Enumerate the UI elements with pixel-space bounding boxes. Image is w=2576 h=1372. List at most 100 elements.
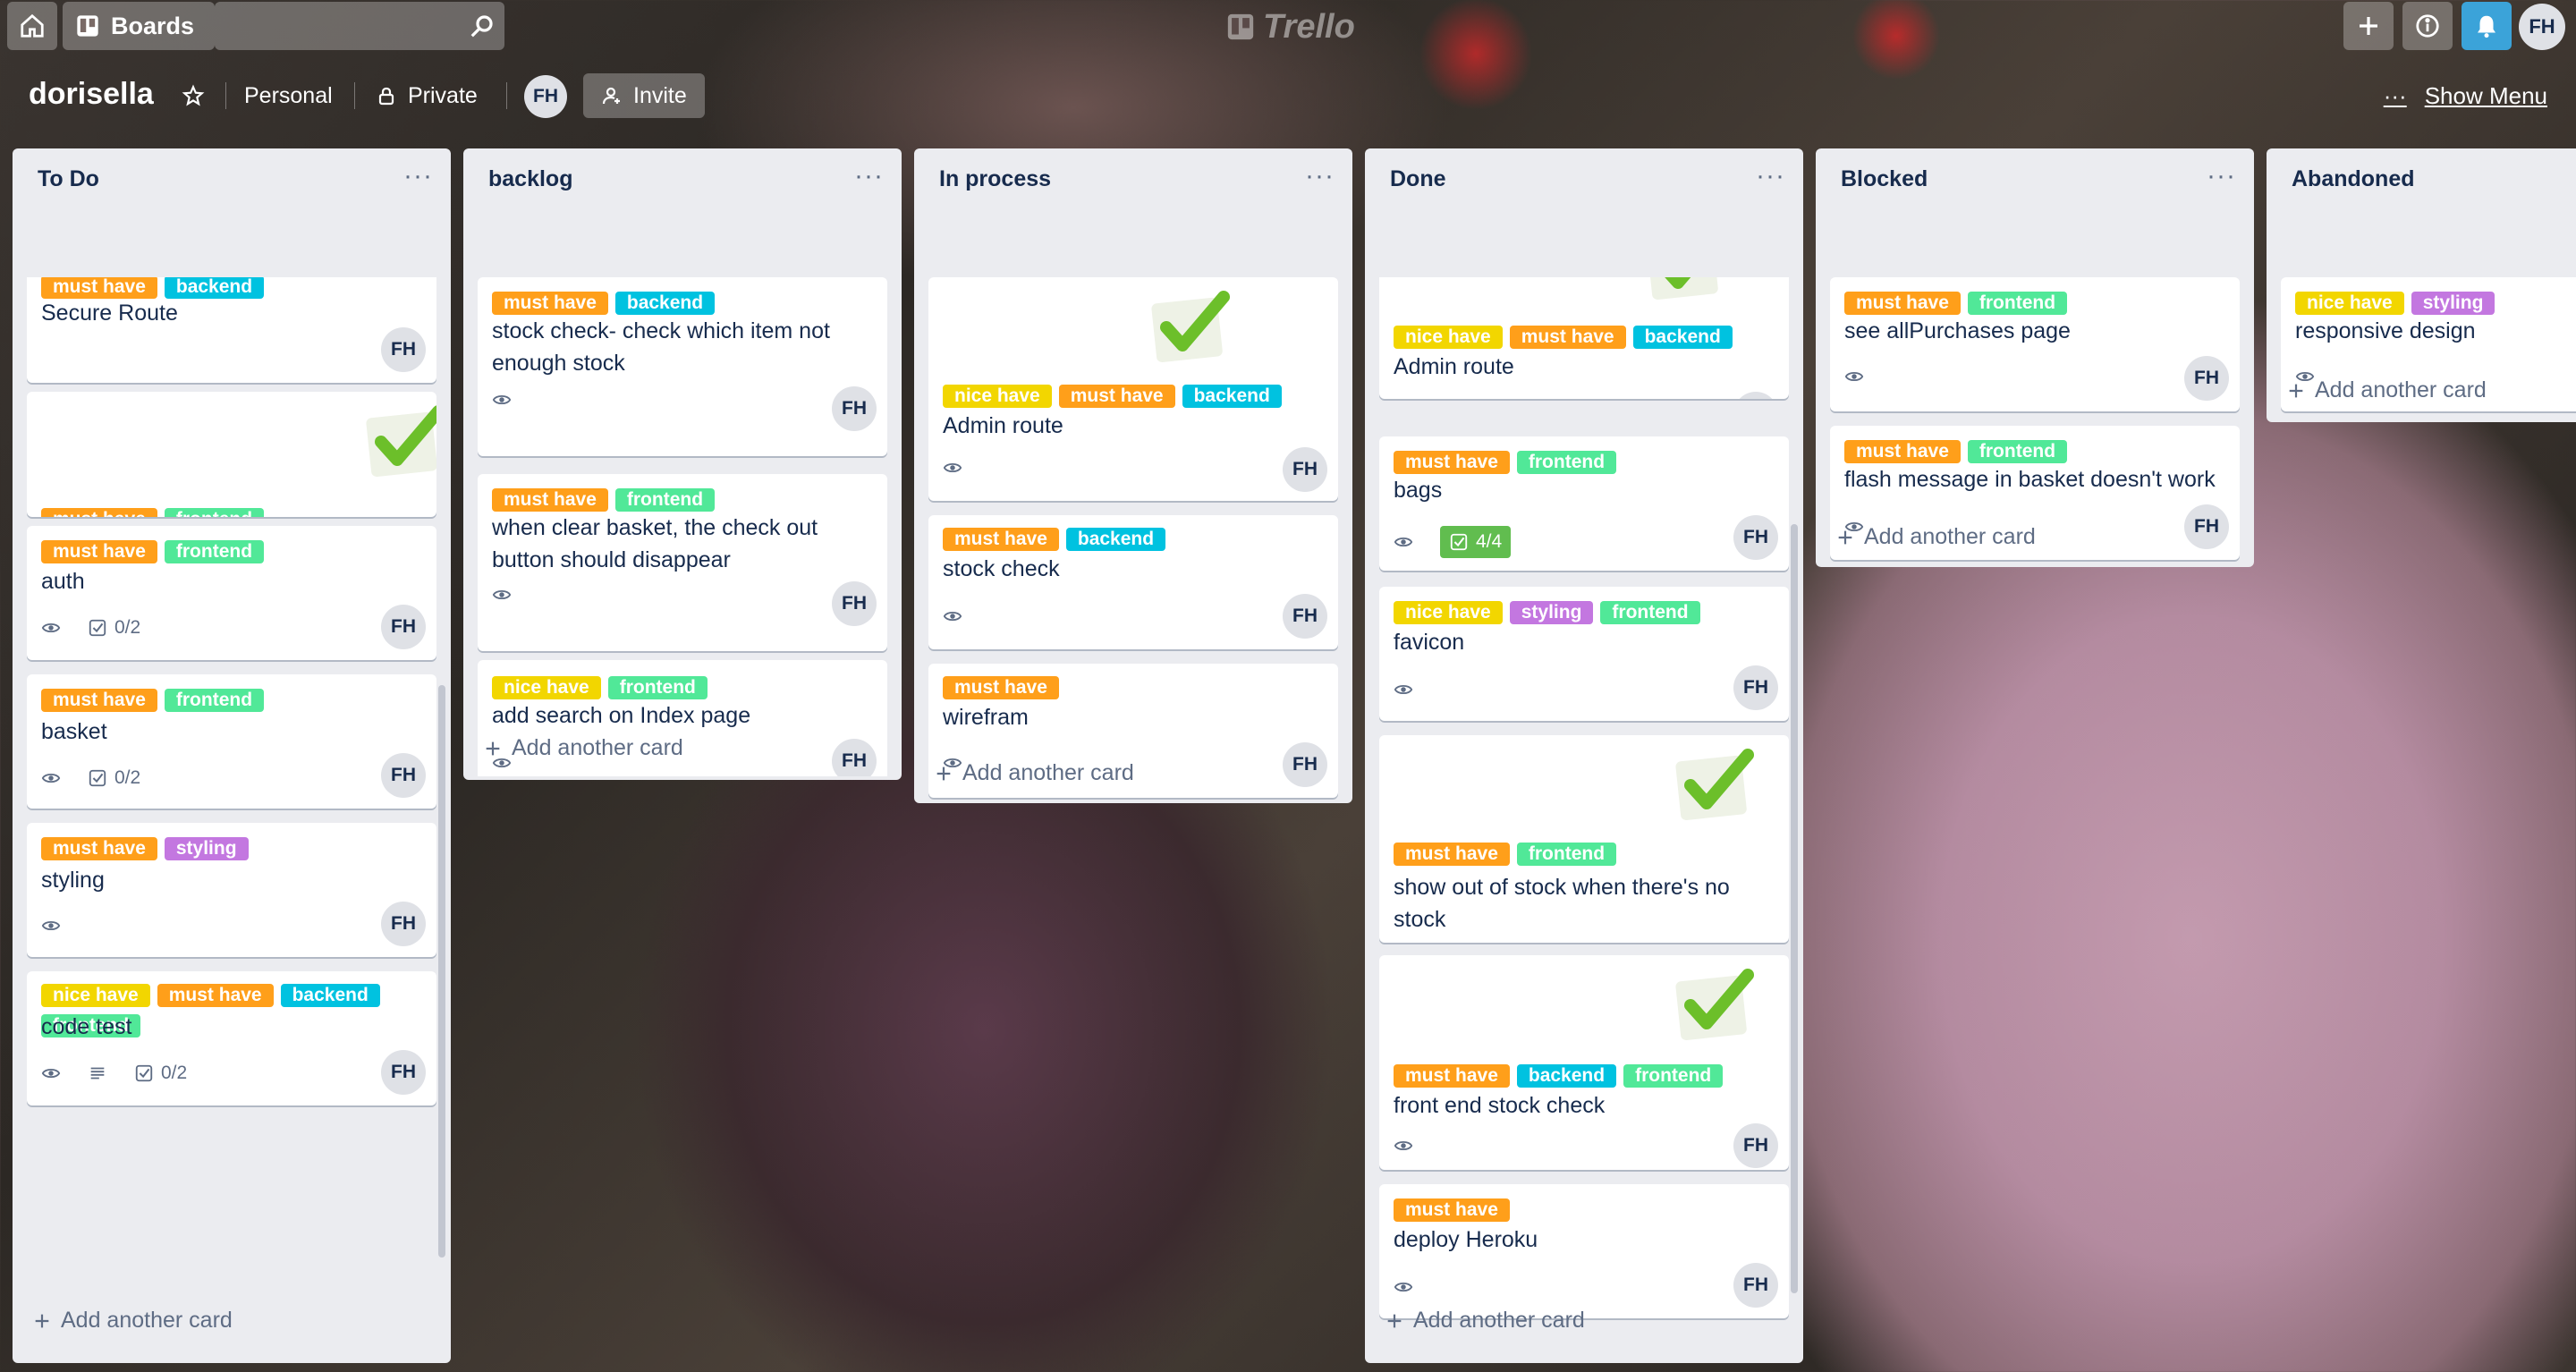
notifications-button[interactable] xyxy=(2462,2,2512,50)
card[interactable]: must have deploy Heroku FH xyxy=(1379,1184,1789,1318)
card-member-avatar[interactable]: FH xyxy=(1733,665,1778,710)
home-button[interactable] xyxy=(7,2,57,50)
watch-badge xyxy=(41,618,61,638)
card-scroll-area[interactable]: must have backend stock check- check which… xyxy=(463,277,902,776)
board-member-avatar[interactable]: FH xyxy=(524,75,567,118)
star-button[interactable] xyxy=(175,73,211,118)
list-menu-icon[interactable]: ··· xyxy=(1305,161,1335,191)
card-member-avatar[interactable]: FH xyxy=(381,1050,426,1095)
list-menu-icon[interactable]: ··· xyxy=(2207,161,2236,191)
plus-icon xyxy=(2360,17,2377,35)
card-member-avatar[interactable]: FH xyxy=(381,902,426,946)
watch-icon xyxy=(1394,1136,1413,1156)
add-card-button[interactable]: Add another card xyxy=(483,735,683,761)
logo-text: Trello xyxy=(1263,7,1355,46)
list-menu-icon[interactable]: ··· xyxy=(854,161,884,191)
card-member-avatar[interactable]: FH xyxy=(1283,742,1327,787)
search-icon[interactable] xyxy=(469,13,496,39)
card[interactable]: nice have styling frontend favicon FH xyxy=(1379,587,1789,721)
card-member-avatar[interactable]: FH xyxy=(1283,594,1327,639)
card[interactable]: nice have must have backend Admin route FH xyxy=(928,277,1338,501)
card-member-avatar[interactable]: FH xyxy=(2184,356,2229,401)
star-icon xyxy=(182,84,205,106)
add-card-button[interactable]: Add another card xyxy=(2286,377,2487,403)
watch-badge xyxy=(1394,1277,1413,1297)
add-card-button[interactable]: Add another card xyxy=(1835,524,2036,550)
add-card-button[interactable]: Add another card xyxy=(32,1308,233,1334)
list-scrollbar[interactable] xyxy=(438,685,445,1258)
info-button[interactable] xyxy=(2402,2,2453,50)
add-card-button[interactable]: Add another card xyxy=(1385,1308,1585,1334)
add-card-button[interactable]: Add another card xyxy=(934,760,1134,786)
card-member-avatar[interactable]: FH xyxy=(1733,1123,1778,1168)
card-scroll-area[interactable]: nice havemust havebackendAdmin routeFH mu… xyxy=(914,277,1352,801)
boards-button[interactable]: Boards xyxy=(63,2,215,50)
card-member-avatar[interactable]: FH xyxy=(832,581,877,626)
card[interactable]: must havefrontendHeader xyxy=(27,392,436,517)
list-title[interactable]: Done xyxy=(1390,166,1446,192)
list-header[interactable]: Done ··· xyxy=(1365,148,1803,213)
list-header[interactable]: To Do ··· xyxy=(13,148,451,213)
card-label: nice have xyxy=(2295,292,2404,315)
list-title[interactable]: In process xyxy=(939,166,1051,192)
list-header[interactable]: In process ··· xyxy=(914,148,1352,213)
card[interactable]: must have frontend show out of stock when … xyxy=(1379,735,1789,943)
card-scroll-area[interactable]: must have frontend see allPurchases page FH… xyxy=(1816,277,2254,565)
card-label: styling xyxy=(164,837,249,860)
show-menu-button[interactable]: ··· Show Menu xyxy=(2384,82,2547,110)
invite-button[interactable]: Invite xyxy=(583,73,705,118)
list-title[interactable]: Abandoned xyxy=(2292,166,2415,192)
list-title[interactable]: Blocked xyxy=(1841,166,1928,192)
card-member-avatar[interactable]: FH xyxy=(832,386,877,431)
watch-badge xyxy=(1394,532,1413,552)
card-member-avatar[interactable]: FH xyxy=(1283,447,1327,492)
card-labels: must have styling xyxy=(41,837,417,860)
card-scroll-area[interactable]: must havefrontendapp.js0/8FHmust havebac… xyxy=(13,277,451,1349)
card-label: frontend xyxy=(1623,1064,1724,1088)
card[interactable]: must have frontend see allPurchases page FH xyxy=(1830,277,2240,411)
list-menu-icon[interactable]: ··· xyxy=(403,161,433,191)
list-header[interactable]: Blocked ··· xyxy=(1816,148,2254,213)
card-member-avatar[interactable]: FH xyxy=(381,605,426,649)
card[interactable]: must have backend stock check FH xyxy=(928,515,1338,649)
list-header[interactable]: backlog ··· xyxy=(463,148,902,213)
card-member-avatar[interactable]: FH xyxy=(2184,504,2229,549)
watch-badge xyxy=(1844,367,1864,386)
card[interactable]: nice have must have backend frontend code te… xyxy=(27,971,436,1105)
checkmark-sticker-icon xyxy=(366,405,436,477)
card[interactable]: must have frontend auth 0/2 FH xyxy=(27,526,436,660)
card-label: must have xyxy=(943,528,1059,551)
card[interactable]: must have frontend bags 4/4 FH xyxy=(1379,436,1789,571)
card[interactable]: must have frontend when clear basket, the … xyxy=(478,474,887,651)
list-title[interactable]: To Do xyxy=(38,166,99,192)
card[interactable]: must have backend stock check- check which… xyxy=(478,277,887,456)
card-member-avatar[interactable]: FH xyxy=(381,753,426,798)
list-title[interactable]: backlog xyxy=(488,166,572,192)
card-member-avatar[interactable]: FH xyxy=(1733,392,1778,399)
card-scroll-area[interactable]: nice havemust havebackendAdmin routeFH mu… xyxy=(1365,277,1803,1349)
user-avatar[interactable]: FH xyxy=(2519,4,2565,50)
plus-icon xyxy=(936,766,951,780)
card[interactable]: must have styling styling FH xyxy=(27,823,436,957)
card-member-avatar[interactable]: FH xyxy=(1733,515,1778,560)
card-member-avatar[interactable]: FH xyxy=(1733,1263,1778,1308)
card-label: frontend xyxy=(164,689,265,712)
search-box[interactable] xyxy=(215,2,504,50)
create-button[interactable] xyxy=(2343,2,2394,50)
card[interactable]: must have frontend basket 0/2 FH xyxy=(27,674,436,809)
visibility-button[interactable]: Private xyxy=(376,73,478,118)
card-member-avatar[interactable]: FH xyxy=(381,327,426,372)
board-title[interactable]: dorisella xyxy=(29,77,154,112)
card[interactable]: must have backend Secure Route FH xyxy=(27,277,436,383)
card[interactable]: nice have must have backend Admin route FH xyxy=(1379,277,1789,399)
trello-logo[interactable]: Trello xyxy=(1225,7,1355,47)
list-menu-icon[interactable]: ··· xyxy=(1756,161,1785,191)
list-scrollbar[interactable] xyxy=(1791,524,1798,1293)
watch-badge xyxy=(943,458,962,478)
team-button[interactable]: Personal xyxy=(244,73,333,118)
list-header[interactable]: Abandoned··· xyxy=(2267,148,2576,213)
search-input[interactable] xyxy=(215,2,447,50)
card-member-avatar[interactable]: FH xyxy=(832,739,877,776)
home-icon xyxy=(21,13,44,38)
card[interactable]: must have backend frontend front end stock … xyxy=(1379,955,1789,1170)
